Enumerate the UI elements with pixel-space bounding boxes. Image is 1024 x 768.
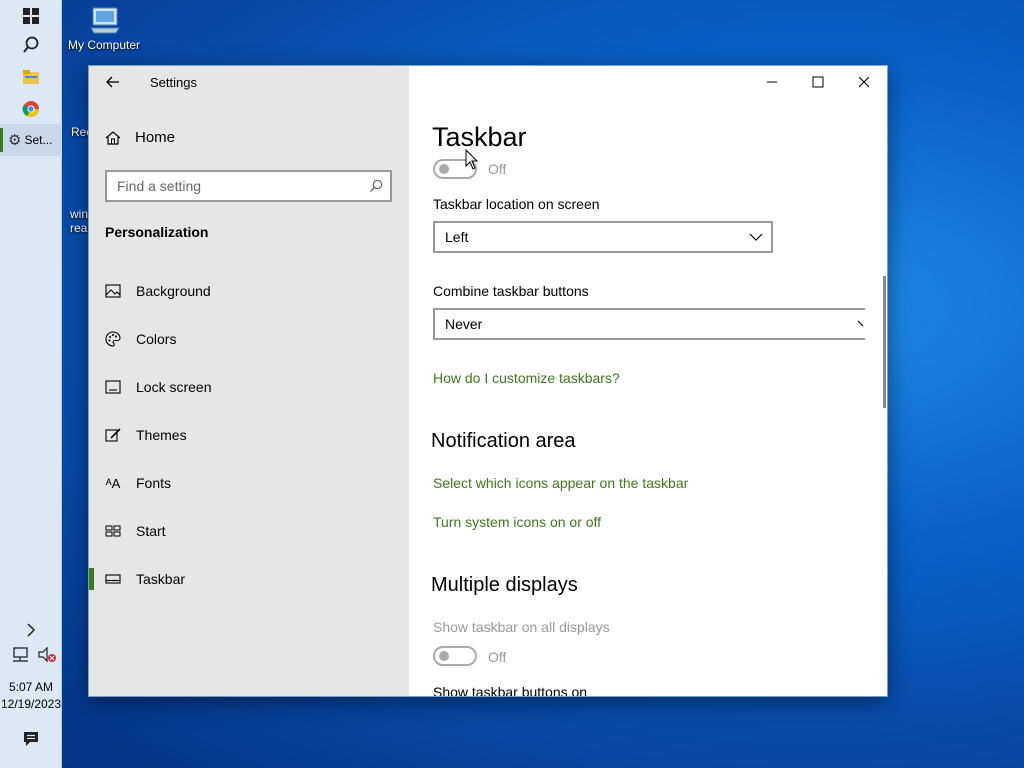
picture-icon [105, 283, 121, 299]
volume-muted-icon[interactable] [38, 647, 56, 663]
settings-taskbar-button[interactable]: ⚙ Set... [0, 124, 62, 156]
sidebar-item-label: Colors [136, 331, 177, 347]
page-title: Taskbar [432, 122, 527, 152]
settings-window: Settings Home Personalization Background… [88, 65, 888, 697]
system-icons-link[interactable]: Turn system icons on or off [433, 514, 601, 530]
window-title: Settings [150, 75, 197, 90]
multiple-displays-heading: Multiple displays [431, 574, 578, 596]
toggle-knob [439, 164, 449, 174]
find-setting-input[interactable] [117, 178, 357, 194]
sidebar-item-label: Themes [136, 427, 187, 443]
section-title: Personalization [105, 224, 209, 240]
combine-value: Never [445, 316, 483, 332]
sidebar-item-label: Taskbar [136, 571, 186, 587]
home-icon [105, 130, 121, 145]
sidebar-item-label: Start [136, 523, 166, 539]
computer-icon [90, 7, 120, 34]
home-nav-item[interactable]: Home [105, 129, 175, 146]
search-icon[interactable] [369, 179, 383, 193]
location-dropdown[interactable]: Left [433, 221, 773, 253]
location-value: Left [445, 229, 469, 245]
chevron-right-icon [27, 623, 36, 637]
chrome-icon [22, 101, 40, 118]
minimize-icon [767, 81, 777, 83]
sidebar-item-label: Background [136, 283, 211, 299]
show-all-displays-toggle[interactable] [433, 646, 477, 666]
sidebar-item-taskbar[interactable]: Taskbar [89, 559, 409, 599]
combine-label: Combine taskbar buttons [433, 283, 589, 299]
clock-date[interactable]: 12/19/2023 [0, 697, 62, 711]
settings-content: Taskbar Off Taskbar location on screen L… [409, 66, 887, 696]
file-explorer-button[interactable] [0, 62, 62, 92]
gear-icon: ⚙ [8, 132, 22, 149]
select-icons-link[interactable]: Select which icons appear on the taskbar [433, 475, 688, 491]
maximize-button[interactable] [795, 66, 841, 98]
network-icon[interactable] [12, 647, 30, 663]
clock-time[interactable]: 5:07 AM [0, 680, 62, 694]
content-scrollbar[interactable] [883, 276, 886, 408]
toggle-knob [439, 651, 449, 661]
show-all-displays-label: Show taskbar on all displays [433, 619, 610, 635]
show-all-displays-state: Off [488, 649, 507, 665]
sidebar-item-themes[interactable]: Themes [89, 415, 409, 455]
settings-sidebar: Settings Home Personalization Background… [89, 66, 409, 696]
brush-icon [105, 427, 121, 443]
minimize-button[interactable] [749, 66, 795, 98]
start-tiles-icon [105, 523, 121, 539]
taskbar-icon [105, 571, 121, 587]
font-icon: ᴬA [105, 475, 121, 491]
settings-taskbar-label: Set... [24, 133, 53, 147]
notification-area-heading: Notification area [431, 430, 576, 452]
close-button[interactable] [841, 66, 887, 98]
customize-taskbars-link[interactable]: How do I customize taskbars? [433, 370, 620, 386]
sidebar-item-label: Fonts [136, 475, 172, 491]
back-arrow-icon [106, 76, 119, 88]
find-setting-box[interactable] [105, 170, 392, 202]
chrome-button[interactable] [0, 94, 62, 124]
lock-screen-icon [105, 379, 121, 395]
back-button[interactable] [99, 70, 127, 94]
home-label: Home [135, 129, 176, 146]
action-center-button[interactable] [0, 724, 62, 754]
chevron-down-icon [857, 320, 864, 327]
taskbar: ⚙ Set... 5:07 AM 12/19/2023 [0, 0, 62, 768]
combine-dropdown[interactable]: Never [433, 308, 865, 340]
mouse-cursor-icon [465, 149, 479, 170]
location-label: Taskbar location on screen [433, 196, 600, 212]
search-icon [23, 36, 39, 53]
sidebar-item-lock-screen[interactable]: Lock screen [89, 367, 409, 407]
system-tray [0, 640, 62, 670]
palette-icon [105, 331, 121, 347]
notification-icon [24, 732, 38, 746]
sidebar-item-colors[interactable]: Colors [89, 319, 409, 359]
sidebar-item-label: Lock screen [136, 379, 212, 395]
windows-logo-icon [23, 8, 39, 24]
maximize-icon [812, 76, 824, 88]
folder-icon [23, 70, 39, 84]
my-computer-label: My Computer [67, 38, 141, 52]
close-icon [858, 76, 870, 88]
sidebar-item-background[interactable]: Background [89, 271, 409, 311]
chevron-down-icon [749, 233, 763, 241]
start-button[interactable] [0, 1, 62, 31]
sidebar-item-fonts[interactable]: ᴬA Fonts [89, 463, 409, 503]
desktop-icon-my-computer[interactable]: My Computer [64, 6, 144, 52]
show-buttons-on-label: Show taskbar buttons on [433, 684, 588, 696]
sidebar-item-start[interactable]: Start [89, 511, 409, 551]
top-toggle-state: Off [488, 161, 507, 177]
taskbar-search-button[interactable] [0, 30, 62, 60]
